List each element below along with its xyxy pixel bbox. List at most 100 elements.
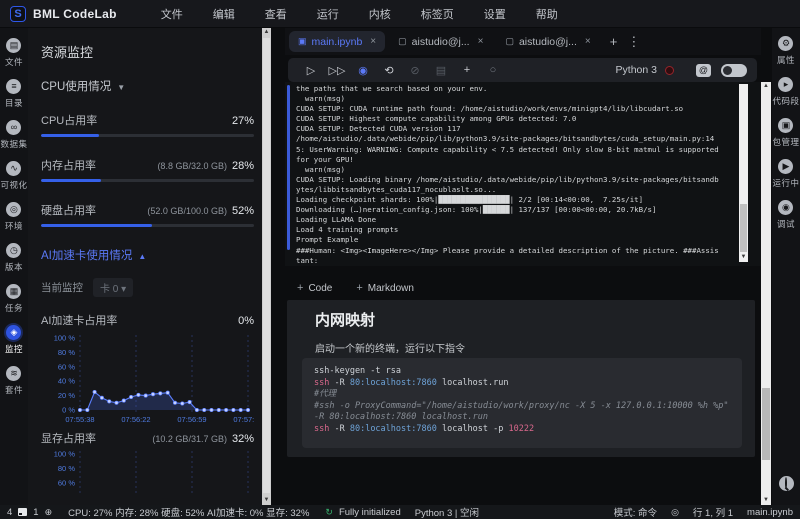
sidebar-item-label: 包管理: [772, 137, 800, 147]
code-token: ssh: [314, 377, 330, 388]
bml-logo-icon: S: [10, 5, 26, 22]
menu-item-设置[interactable]: 设置: [476, 3, 514, 25]
search-icon: [778, 476, 794, 491]
menu-item-查看[interactable]: 查看: [257, 3, 295, 25]
scrollbar-thumb[interactable]: [740, 204, 747, 252]
tab-aistudio@j...[interactable]: ▢ aistudio@j... ×: [496, 31, 599, 52]
output-scrollbar[interactable]: ▼: [739, 84, 748, 262]
terminals-count: 4: [7, 506, 13, 518]
sidebar-item-版本[interactable]: ◷ 版本: [5, 243, 23, 273]
magnifier-glyph: [785, 477, 787, 489]
sidebar-item-label: 监控: [4, 344, 23, 354]
scroll-up-icon[interactable]: ▲: [262, 28, 271, 37]
record-button[interactable]: ○: [480, 64, 506, 76]
menu-item-内核[interactable]: 内核: [361, 3, 399, 25]
close-tab-icon[interactable]: ×: [478, 36, 484, 47]
at-badge-icon[interactable]: @: [696, 63, 711, 77]
kernel-name[interactable]: Python 3: [616, 64, 657, 76]
svg-text:07:56:59: 07:56:59: [177, 415, 206, 424]
gauge-head: CPU占用率 27%: [41, 112, 254, 128]
gauge-label: CPU占用率: [41, 115, 98, 127]
scrollbar-thumb[interactable]: [762, 388, 770, 460]
sidebar-item-运行中[interactable]: ▶ 运行中: [772, 159, 799, 189]
gauge-list: CPU占用率 27% 内存占用率 (8.8 GB/32.0 GB) 28% 硬盘占用率 (5…: [41, 112, 254, 227]
package-icon: ▣: [778, 118, 794, 133]
output-line: CUDA SETUP: Highest compute capability a…: [296, 114, 577, 124]
code-token: #ssh -o ProxyCommand="/home/aistudio/wor…: [314, 400, 729, 423]
sidebar-item-包管理[interactable]: ▣ 包管理: [772, 118, 799, 148]
status-bar: 4 1 ⊕ CPU: 27% 内存: 28% 硬盘: 52% AI加速卡: 0%…: [0, 505, 800, 519]
restart-kernel-button[interactable]: ⟲: [376, 64, 402, 77]
sidebar-item-环境[interactable]: ◎ 环境: [5, 202, 23, 232]
run-cell-button[interactable]: ▷: [298, 64, 324, 77]
sidebar-item-套件[interactable]: ≋ 套件: [5, 366, 23, 396]
add-markdown-button[interactable]: + Markdown: [356, 282, 414, 294]
sidebar-item-文件[interactable]: ▤ 文件: [5, 38, 23, 68]
gauge-硬盘占用率: 硬盘占用率 (52.0 GB/100.0 GB) 52%: [41, 202, 254, 227]
markdown-cell[interactable]: 内网映射 启动一个新的终端，运行以下指令 ssh-keygen -t rsa ss…: [287, 300, 755, 457]
tab-aistudio@j...[interactable]: ▢ aistudio@j... ×: [389, 31, 492, 52]
sidebar-item-label: 任务: [4, 303, 23, 313]
sidebar-item-数据集[interactable]: ∞ 数据集: [0, 120, 27, 150]
tab-main.ipynb[interactable]: ▣ main.ipynb ×: [289, 31, 386, 52]
tab-label: aistudio@j...: [518, 35, 577, 48]
run-all-button[interactable]: ▷▷: [324, 64, 350, 77]
debug-icon: ◉: [778, 200, 794, 215]
kernel-status-icon[interactable]: [665, 65, 674, 75]
sidebar-item-属性[interactable]: ⚙ 属性: [777, 36, 795, 66]
app-logo: S BML CodeLab: [0, 5, 131, 22]
new-tab-button[interactable]: +: [610, 34, 618, 49]
menu-item-帮助[interactable]: 帮助: [528, 3, 566, 25]
toggle-switch[interactable]: [721, 63, 747, 77]
sidebar-item-[interactable]: [778, 476, 794, 491]
ai-section-header[interactable]: AI加速卡使用情况 ▲: [41, 247, 254, 263]
kernel-sessions-icon[interactable]: ⊕: [45, 507, 53, 518]
mode-indicator[interactable]: 模式: 命令: [614, 505, 657, 519]
gauge-label: 硬盘占用率: [41, 205, 96, 217]
card-select-dropdown[interactable]: 卡 0 ▾: [93, 278, 134, 297]
svg-text:07:56:22: 07:56:22: [121, 415, 150, 424]
panel-scrollbar[interactable]: ▲ ▼: [262, 28, 271, 505]
add-cell-button[interactable]: +: [454, 64, 480, 76]
right-activity-bar: ⚙ 属性 ▸ 代码段 ▣ 包管理 ▶ 运行中 ◉ 调试: [772, 28, 800, 505]
sidebar-item-可视化[interactable]: ∿ 可视化: [0, 161, 27, 191]
markdown-heading: 内网映射: [315, 312, 376, 329]
sidebar-item-label: 属性: [776, 55, 795, 65]
scroll-up-icon[interactable]: ▲: [761, 82, 771, 91]
add-code-button[interactable]: + Code: [297, 282, 332, 294]
code-token: ssh: [314, 423, 330, 434]
plus-icon: +: [297, 282, 304, 294]
restart-and-run-button[interactable]: ◉: [350, 64, 376, 77]
sidebar-item-label: 目录: [4, 98, 23, 108]
scrollbar-thumb[interactable]: [263, 38, 270, 493]
sidebar-item-任务[interactable]: ▦ 任务: [5, 284, 23, 314]
scroll-down-icon[interactable]: ▼: [761, 496, 771, 505]
menu-item-编辑[interactable]: 编辑: [205, 3, 243, 25]
menu-item-运行[interactable]: 运行: [309, 3, 347, 25]
notification-bell-icon[interactable]: ◎: [671, 507, 679, 518]
code-line: #代理: [314, 389, 730, 401]
sidebar-item-目录[interactable]: ≡ 目录: [5, 79, 23, 109]
sidebar-item-代码段[interactable]: ▸ 代码段: [772, 77, 799, 107]
menu-item-标签页[interactable]: 标签页: [413, 3, 462, 25]
file-icon: ▢: [398, 36, 407, 46]
cpu-section-header[interactable]: CPU使用情况 ▼: [41, 78, 254, 94]
svg-text:07:55:38: 07:55:38: [65, 415, 94, 424]
close-tab-icon[interactable]: ×: [585, 36, 591, 47]
kernel-status[interactable]: Python 3 | 空闲: [415, 505, 479, 519]
tab-menu-button[interactable]: ⋮: [627, 34, 640, 50]
menu-items: 文件 编辑 查看 运行 内核 标签页 设置 帮助: [153, 3, 566, 25]
environment-icon: ◎: [6, 202, 22, 217]
sidebar-item-监控[interactable]: ◈ 监控: [5, 325, 23, 355]
scroll-down-icon[interactable]: ▼: [262, 496, 271, 505]
close-tab-icon[interactable]: ×: [370, 36, 376, 47]
svg-text:60 %: 60 %: [58, 478, 75, 487]
main-scrollbar[interactable]: ▲ ▼: [761, 82, 771, 505]
menu-item-文件[interactable]: 文件: [153, 3, 191, 25]
scroll-down-icon[interactable]: ▼: [739, 253, 748, 262]
terminal-icon[interactable]: [18, 508, 28, 516]
code-token: 80:localhost:7860: [349, 423, 437, 434]
output-cell: the paths that we search based on your e…: [285, 82, 761, 266]
output-line: for your GPU!: [296, 154, 354, 164]
sidebar-item-调试[interactable]: ◉ 调试: [777, 200, 795, 230]
